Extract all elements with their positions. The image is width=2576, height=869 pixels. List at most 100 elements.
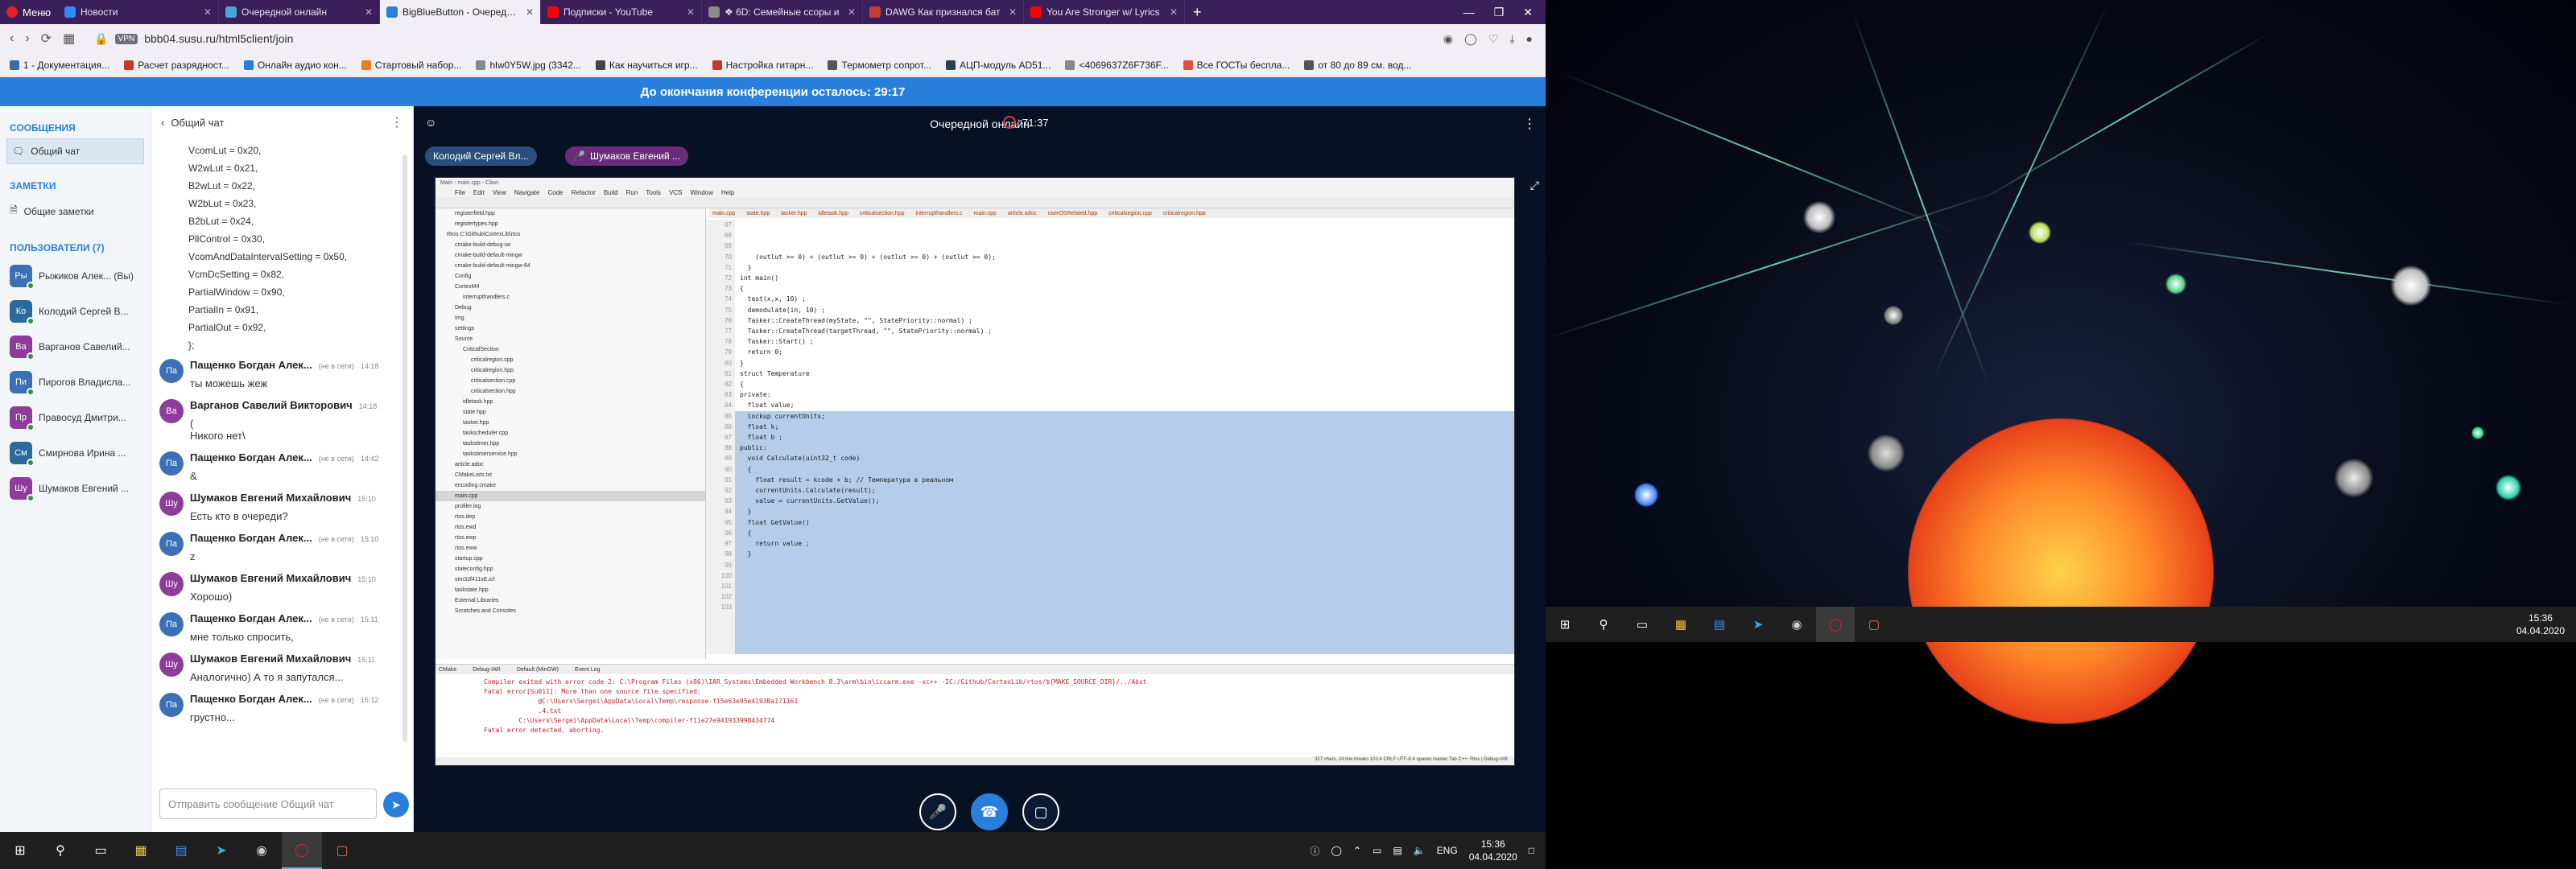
fullscreen-icon[interactable]: ⤢ xyxy=(1530,179,1539,192)
bookmark-item[interactable]: от 80 до 89 см. вод... xyxy=(1304,60,1412,71)
download-icon[interactable]: ⤓ xyxy=(1509,32,1514,46)
ide-menu-item[interactable]: Tools xyxy=(646,189,661,196)
file-explorer-icon[interactable]: ▦ xyxy=(1662,607,1700,642)
browser-tab[interactable]: BigBlueButton - Очередной онлайн ✕ xyxy=(380,0,541,24)
tree-node[interactable]: Source xyxy=(436,334,705,344)
bookmark-item[interactable]: Как научиться игр... xyxy=(595,60,698,71)
tree-node[interactable]: rtos.ewp xyxy=(436,533,705,543)
tree-node[interactable]: registertypes.hpp xyxy=(436,219,705,229)
ide-menu-item[interactable]: Code xyxy=(547,189,563,196)
tab-close-icon[interactable]: ✕ xyxy=(526,6,534,18)
task-view-icon[interactable]: ▭ xyxy=(1623,607,1662,642)
chat-scrollbar[interactable] xyxy=(402,154,407,742)
ide-tab[interactable]: criticalsection.hpp xyxy=(857,211,908,216)
bookmark-item[interactable]: Все ГОСТы беспла... xyxy=(1183,60,1290,71)
tree-node[interactable]: encoding.cmake xyxy=(436,480,705,491)
bookmark-item[interactable]: АЦП-модуль AD51... xyxy=(945,60,1051,71)
clock[interactable]: 15:36 04.04.2020 xyxy=(1469,838,1517,863)
ide-tab[interactable]: article.adoc xyxy=(1005,211,1040,216)
ide-menu-item[interactable]: View xyxy=(493,189,506,196)
tree-node[interactable]: article.adoc xyxy=(436,459,705,470)
app-icon[interactable]: ◉ xyxy=(1777,607,1816,642)
forward-icon[interactable]: › xyxy=(25,31,29,46)
tree-node[interactable]: cmake-build-debug-iar xyxy=(436,240,705,250)
tab-close-icon[interactable]: ✕ xyxy=(687,6,695,18)
tree-node[interactable]: interrupthandlers.c xyxy=(436,292,705,303)
tree-node[interactable]: taskstimer.hpp xyxy=(436,439,705,449)
ide-menu-item[interactable]: File xyxy=(455,189,465,196)
user-icon[interactable]: ☺ xyxy=(425,116,436,129)
user-item[interactable]: Пи Пирогов Владисла... xyxy=(0,364,151,400)
tree-node[interactable]: rtos.dep xyxy=(436,512,705,522)
tree-node[interactable]: cmake-build-default-mingw-64 xyxy=(436,261,705,271)
tree-node[interactable]: rtos.ewd xyxy=(436,522,705,533)
user-item[interactable]: Пр Правосуд Дмитри... xyxy=(0,400,151,435)
options-icon[interactable]: ⋮ xyxy=(1523,116,1536,132)
browser-tab[interactable]: Подписки - YouTube ✕ xyxy=(541,0,702,24)
url-field[interactable]: 🔒 VPN bbb04.susu.ru/html5client/join xyxy=(86,29,301,48)
volume-icon[interactable]: 🔈 xyxy=(1414,845,1426,856)
tree-node[interactable]: criticalregion.hpp xyxy=(436,365,705,376)
tree-node[interactable]: state.hpp xyxy=(436,407,705,418)
tab-close-icon[interactable]: ✕ xyxy=(365,6,373,18)
tree-node[interactable]: Config xyxy=(436,271,705,282)
ide-menu-item[interactable]: Window xyxy=(690,189,712,196)
store-icon[interactable]: ▤ xyxy=(1700,607,1739,642)
opera-icon[interactable]: ◯ xyxy=(1816,607,1855,642)
app-icon[interactable]: ◉ xyxy=(242,832,282,869)
file-explorer-icon[interactable]: ▦ xyxy=(121,832,161,869)
shield-icon[interactable]: ◯ xyxy=(1464,32,1477,46)
browser-tab[interactable]: Новости ✕ xyxy=(58,0,219,24)
new-tab-button[interactable]: + xyxy=(1185,4,1210,21)
tree-node[interactable]: stateconfig.hpp xyxy=(436,564,705,575)
tree-node[interactable]: CortexM4 xyxy=(436,282,705,292)
tree-node[interactable]: criticalsection.hpp xyxy=(436,386,705,397)
tree-node[interactable]: startup.cpp xyxy=(436,554,705,564)
public-chat-item[interactable]: 🗨 Общий чат xyxy=(6,138,144,164)
share-webcam-button[interactable]: ▢ xyxy=(1022,793,1059,830)
language-indicator[interactable]: ENG xyxy=(1437,845,1458,856)
user-item[interactable]: См Смирнова Ирина ... xyxy=(0,435,151,471)
vpn-badge[interactable]: VPN xyxy=(114,33,138,44)
tree-node[interactable]: settings xyxy=(436,323,705,334)
bookmark-item[interactable]: Онлайн аудио кон... xyxy=(243,60,347,71)
ide-tab[interactable]: criticalregion.hpp xyxy=(1160,211,1209,216)
screen-app-icon[interactable]: ▢ xyxy=(322,832,362,869)
bookmark-item[interactable]: Стартовый набор... xyxy=(361,60,461,71)
ide-tab[interactable]: userOSRelated.hpp xyxy=(1045,211,1100,216)
shield-tray-icon[interactable]: ◯ xyxy=(1331,845,1342,856)
tree-node[interactable]: stm32f411xE.icf xyxy=(436,575,705,585)
bookmark-item[interactable]: hlw0Y5W.jpg (3342... xyxy=(476,60,581,71)
mute-button[interactable]: 🎤 xyxy=(919,793,956,830)
back-icon[interactable]: ‹ xyxy=(10,31,14,46)
bookmark-item[interactable]: 1 - Документация... xyxy=(10,60,109,71)
browser-tab[interactable]: You Are Stronger w/ Lyrics ✕ xyxy=(1024,0,1185,24)
maximize-icon[interactable]: ❐ xyxy=(1494,6,1505,19)
camera-icon[interactable]: ◉ xyxy=(1443,32,1453,46)
notifications-icon[interactable]: □ xyxy=(1529,845,1534,856)
search-icon[interactable]: ⚲ xyxy=(40,832,80,869)
bookmark-item[interactable]: Расчет разрядност... xyxy=(124,60,229,71)
ide-menu-item[interactable]: Navigate xyxy=(514,189,540,196)
user-item[interactable]: Ры Рыжиков Алек... (Вы) xyxy=(0,258,151,294)
tree-node[interactable]: criticalregion.cpp xyxy=(436,355,705,365)
user-item[interactable]: Ко Колодий Сергей В... xyxy=(0,294,151,329)
search-icon[interactable]: ⚲ xyxy=(1584,607,1623,642)
ide-menu-item[interactable]: Run xyxy=(626,189,638,196)
opera-icon[interactable]: ◯ xyxy=(282,832,322,869)
browser-tab[interactable]: ❖ 6D: Семейные ссоры и ✕ xyxy=(702,0,863,24)
output-tab[interactable]: Debug-IAR xyxy=(473,667,501,673)
start-icon[interactable]: ⊞ xyxy=(1546,607,1584,642)
recording-indicator[interactable]: 71:37 xyxy=(1003,116,1049,129)
ide-tab[interactable]: state.hpp xyxy=(743,211,773,216)
clock[interactable]: 15:36 04.04.2020 xyxy=(2516,612,2565,637)
help-icon[interactable]: ⓘ xyxy=(1311,844,1320,858)
tab-close-icon[interactable]: ✕ xyxy=(204,6,212,18)
ide-menu-item[interactable]: VCS xyxy=(669,189,682,196)
reload-icon[interactable]: ⟳ xyxy=(41,31,52,47)
output-tab[interactable]: Default (MinGW) xyxy=(517,667,559,673)
leave-audio-button[interactable]: ☎ xyxy=(971,793,1008,830)
tree-node[interactable]: main.cpp xyxy=(436,491,705,501)
heart-icon[interactable]: ♡ xyxy=(1488,32,1499,46)
browser-tab[interactable]: DAWG Как признался бат ✕ xyxy=(863,0,1024,24)
